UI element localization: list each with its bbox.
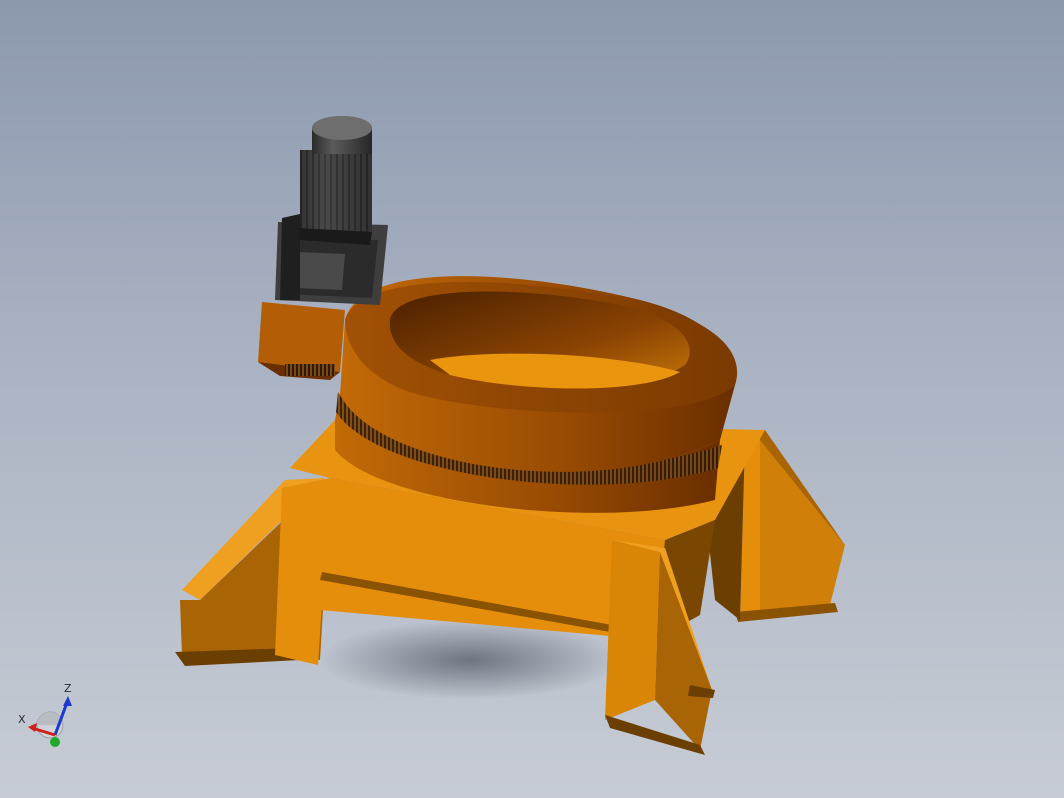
slewing-ring[interactable] <box>335 276 738 513</box>
3d-viewport[interactable]: Z X <box>0 0 1064 798</box>
triad-x-label: X <box>18 713 26 726</box>
model-view[interactable]: Z X <box>0 0 1064 798</box>
view-orientation-triad-icon[interactable]: Z X <box>18 682 72 747</box>
motor-bracket <box>258 302 345 380</box>
leg-back-left[interactable] <box>175 478 330 666</box>
triad-z-label: Z <box>64 682 72 695</box>
gearmotor[interactable] <box>275 116 388 305</box>
